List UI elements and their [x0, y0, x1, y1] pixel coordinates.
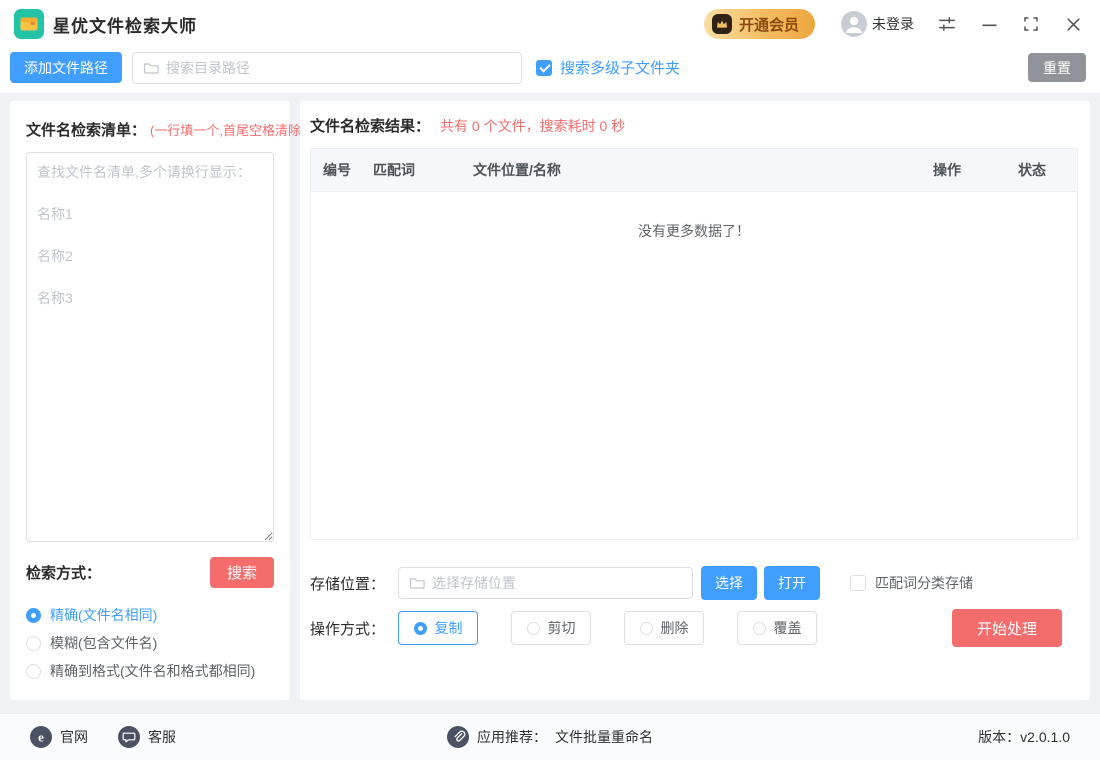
col-number: 编号	[311, 160, 373, 180]
app-recommendation: 应用推荐： 文件批量重命名	[447, 714, 653, 760]
op-option-cut[interactable]: 剪切	[511, 611, 591, 645]
results-table-body: 没有更多数据了！	[311, 192, 1077, 539]
website-link[interactable]: e 官网	[30, 726, 88, 748]
mode-option-exact[interactable]: 精确(文件名相同)	[26, 601, 274, 629]
footer: e 官网 客服 应用推荐： 文件批量重命名	[0, 713, 1100, 760]
vip-button-label: 开通会员	[739, 14, 799, 35]
storage-input-wrap	[398, 567, 693, 599]
reset-button[interactable]: 重置	[1028, 53, 1086, 82]
subfolder-checkbox[interactable]: 搜索多级子文件夹	[536, 57, 680, 78]
radio-unselected-icon	[26, 664, 41, 679]
start-process-button[interactable]: 开始处理	[952, 609, 1062, 647]
svg-text:e: e	[38, 730, 44, 745]
operation-row: 操作方式： 复制 剪切 删除 覆盖 开始处理	[310, 609, 1078, 647]
name-list-title: 文件名检索清单：	[26, 119, 146, 140]
radio-unselected-icon	[527, 622, 540, 635]
results-status: 共有 0 个文件，搜索耗时 0 秒	[440, 116, 625, 136]
results-title: 文件名检索结果：	[310, 115, 430, 136]
titlebar: 星优文件检索大师 开通会员 未登录	[0, 0, 1100, 48]
right-panel: 文件名检索结果： 共有 0 个文件，搜索耗时 0 秒 编号 匹配词 文件位置/名…	[300, 101, 1090, 700]
folder-icon	[143, 60, 159, 76]
checkbox-unchecked-icon	[850, 575, 866, 591]
open-location-button[interactable]: 打开	[764, 566, 820, 600]
maximize-button[interactable]	[1022, 15, 1040, 33]
recommend-label: 应用推荐：	[477, 727, 547, 747]
op-option-copy[interactable]: 复制	[398, 611, 478, 645]
mode-option-exact-format[interactable]: 精确到格式(文件名和格式都相同)	[26, 657, 274, 685]
classify-checkbox[interactable]: 匹配词分类存储	[850, 573, 973, 593]
radio-unselected-icon	[26, 636, 41, 651]
chat-bubble-icon	[118, 726, 140, 748]
left-panel: 文件名检索清单： (一行填一个,首尾空格清除) 检索方式： 搜索 精确(文件名相…	[10, 101, 290, 700]
content: 文件名检索清单： (一行填一个,首尾空格清除) 检索方式： 搜索 精确(文件名相…	[0, 93, 1100, 713]
search-mode-options: 精确(文件名相同) 模糊(包含文件名) 精确到格式(文件名和格式都相同)	[26, 601, 274, 685]
radio-unselected-icon	[640, 622, 653, 635]
storage-label: 存储位置：	[310, 573, 398, 594]
recommend-app-link[interactable]: 文件批量重命名	[555, 727, 653, 747]
col-match-word: 匹配词	[373, 160, 473, 180]
search-mode-row: 检索方式： 搜索	[26, 557, 274, 588]
version-text: 版本：v2.0.1.0	[978, 727, 1070, 747]
toolbar: 添加文件路径 搜索多级子文件夹 重置	[0, 48, 1100, 93]
name-list-note: (一行填一个,首尾空格清除)	[150, 120, 305, 139]
storage-row: 存储位置： 选择 打开 匹配词分类存储	[310, 566, 1078, 600]
results-header: 文件名检索结果： 共有 0 个文件，搜索耗时 0 秒	[310, 115, 1078, 136]
app-logo-icon	[14, 9, 44, 39]
app-window: 星优文件检索大师 开通会员 未登录	[0, 0, 1100, 760]
empty-state-text: 没有更多数据了！	[311, 192, 1077, 241]
op-option-overwrite[interactable]: 覆盖	[737, 611, 817, 645]
radio-selected-icon	[414, 622, 427, 635]
mode-option-label: 精确到格式(文件名和格式都相同)	[50, 661, 255, 681]
mode-option-label: 模糊(包含文件名)	[50, 633, 157, 653]
op-option-label: 剪切	[548, 618, 576, 638]
classify-checkbox-label: 匹配词分类存储	[875, 573, 973, 593]
search-button[interactable]: 搜索	[210, 557, 274, 588]
mode-option-fuzzy[interactable]: 模糊(包含文件名)	[26, 629, 274, 657]
radio-selected-icon	[26, 608, 41, 623]
col-action: 操作	[907, 160, 987, 180]
support-label: 客服	[148, 727, 176, 747]
op-option-label: 删除	[661, 618, 689, 638]
account[interactable]: 未登录	[841, 11, 914, 37]
paperclip-icon	[447, 726, 469, 748]
vip-button[interactable]: 开通会员	[704, 9, 815, 39]
minimize-button[interactable]	[980, 15, 998, 33]
operation-label: 操作方式：	[310, 618, 398, 639]
crown-badge-icon	[712, 14, 732, 34]
login-status: 未登录	[872, 14, 914, 34]
op-option-label: 覆盖	[774, 618, 802, 638]
results-table: 编号 匹配词 文件位置/名称 操作 状态 没有更多数据了！	[310, 148, 1078, 540]
search-mode-label: 检索方式：	[26, 562, 101, 583]
path-input-wrap	[132, 52, 522, 84]
website-icon: e	[30, 726, 52, 748]
col-file-path: 文件位置/名称	[473, 160, 907, 180]
choose-location-button[interactable]: 选择	[701, 566, 757, 600]
mode-option-label: 精确(文件名相同)	[50, 605, 157, 625]
col-status: 状态	[987, 160, 1077, 180]
storage-path-input[interactable]	[432, 575, 682, 591]
op-option-label: 复制	[435, 618, 463, 638]
app-title: 星优文件检索大师	[53, 12, 197, 37]
avatar-icon	[841, 11, 867, 37]
radio-unselected-icon	[753, 622, 766, 635]
name-list-header: 文件名检索清单： (一行填一个,首尾空格清除)	[26, 119, 274, 140]
op-option-delete[interactable]: 删除	[624, 611, 704, 645]
website-label: 官网	[60, 727, 88, 747]
search-dir-input[interactable]	[166, 60, 511, 76]
subfolder-checkbox-label: 搜索多级子文件夹	[560, 57, 680, 78]
add-path-button[interactable]: 添加文件路径	[10, 52, 122, 83]
close-button[interactable]	[1064, 15, 1082, 33]
settings-sliders-icon[interactable]	[938, 15, 956, 33]
checkbox-checked-icon	[536, 60, 552, 76]
results-table-header: 编号 匹配词 文件位置/名称 操作 状态	[311, 149, 1077, 192]
support-link[interactable]: 客服	[118, 726, 176, 748]
name-list-textarea[interactable]	[26, 152, 274, 542]
folder-icon	[409, 575, 425, 591]
